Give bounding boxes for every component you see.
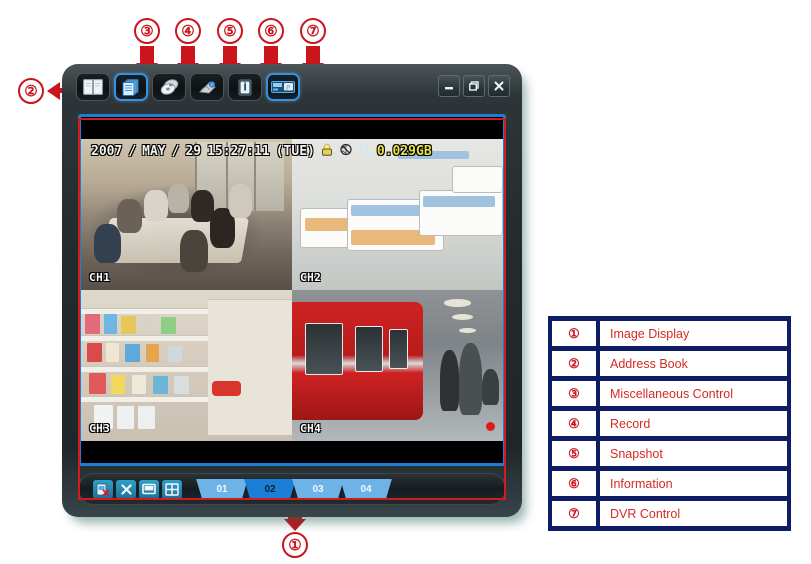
legend-label-snapshot: Snapshot (600, 441, 791, 466)
minimize-button[interactable] (438, 75, 460, 97)
bottom-control-bar: 01 02 03 04 (78, 473, 506, 505)
legend-divider (548, 526, 791, 531)
legend-row-1: ① Image Display (548, 321, 791, 346)
channel-tab-02[interactable]: 02 (244, 478, 296, 500)
toolbar-button-image-display[interactable] (114, 73, 148, 101)
osd-month: MAY (142, 144, 166, 159)
callout-4: ④ (175, 18, 201, 44)
channel-tab-03[interactable]: 03 (292, 478, 344, 500)
legend-number-2: ② (548, 351, 600, 376)
lock-icon (321, 143, 333, 160)
hand-record-icon (197, 79, 218, 96)
callout-arrow-7 (306, 46, 320, 64)
channel-tab-04[interactable]: 04 (340, 478, 392, 500)
legend-label-information: Information (600, 471, 791, 496)
callout-7: ⑦ (300, 18, 326, 44)
legend-row-4: ④ Record (548, 411, 791, 436)
camera-cell-ch3[interactable]: CH3 (81, 290, 292, 441)
osd-sep-2: / (171, 144, 180, 159)
channel-label-ch4: CH4 (300, 422, 322, 435)
camera-cell-ch2[interactable]: CH2 (292, 139, 503, 290)
callout-arrow-5 (223, 46, 237, 64)
callout-arrow-4 (181, 46, 195, 64)
legend-row-5: ⑤ Snapshot (548, 441, 791, 466)
toolbar-button-dvr-control[interactable] (266, 73, 300, 101)
legend-label-address-book: Address Book (600, 351, 791, 376)
close-x-icon[interactable] (116, 479, 136, 499)
window-titlebar (62, 64, 522, 112)
channel-label-ch1: CH1 (89, 271, 111, 284)
dvr-client-window: CH1 CH2 CH3 CH4 2007 / MAY / 29 15:27:11… (62, 64, 522, 517)
window-controls (438, 75, 510, 97)
legend-row-3: ③ Miscellaneous Control (548, 381, 791, 406)
camera-cell-ch4[interactable]: CH4 (292, 290, 503, 441)
legend-number-3: ③ (548, 381, 600, 406)
video-inner: CH1 CH2 CH3 CH4 2007 / MAY / 29 15:27:11… (81, 117, 503, 463)
legend-number-6: ⑥ (548, 471, 600, 496)
dvr-panel-icon (271, 80, 295, 95)
callout-6: ⑥ (258, 18, 284, 44)
video-display-area[interactable]: CH1 CH2 CH3 CH4 2007 / MAY / 29 15:27:11… (78, 114, 506, 466)
channel-tab-01[interactable]: 01 (196, 478, 248, 500)
callout-5: ⑤ (217, 18, 243, 44)
main-toolbar (76, 73, 300, 101)
legend-row-2: ② Address Book (548, 351, 791, 376)
osd-day: 29 (185, 144, 202, 159)
info-icon (236, 79, 254, 96)
legend-row-7: ⑦ DVR Control (548, 501, 791, 526)
callout-3: ③ (134, 18, 160, 44)
toolbar-button-information[interactable] (228, 73, 262, 101)
single-pane-icon[interactable] (139, 479, 159, 499)
legend-number-1: ① (548, 321, 600, 346)
magnifier-icon (358, 143, 371, 160)
close-button[interactable] (488, 75, 510, 97)
osd-disk-size: 0.029GB (376, 144, 432, 159)
callout-arrow-3 (140, 46, 154, 64)
callout-1: ① (282, 532, 308, 558)
recording-indicator (486, 422, 495, 431)
legend-row-6: ⑥ Information (548, 471, 791, 496)
mute-icon (339, 143, 352, 160)
snapshot-delete-icon[interactable] (93, 479, 113, 499)
toolbar-button-miscellaneous-control[interactable] (152, 73, 186, 101)
legend-label-miscellaneous-control: Miscellaneous Control (600, 381, 791, 406)
channel-label-ch3: CH3 (89, 422, 111, 435)
callout-2: ② (18, 78, 44, 104)
legend-label-dvr-control: DVR Control (600, 501, 791, 526)
legend-table: ① Image Display ② Address Book ③ Miscell… (548, 316, 791, 531)
legend-number-4: ④ (548, 411, 600, 436)
screenshot-root: ③ ④ ⑤ ⑥ ⑦ ② ① CH1 CH2 CH3 CH4 2007 / MAY… (0, 0, 811, 564)
quad-pane-icon[interactable] (162, 479, 182, 499)
osd-year: 2007 (91, 144, 123, 159)
camera-cell-ch1[interactable]: CH1 (81, 139, 292, 290)
legend-label-image-display: Image Display (600, 321, 791, 346)
bottom-bar-icons (93, 479, 182, 499)
osd-weekday: (TUE) (275, 144, 315, 159)
legend-number-7: ⑦ (548, 501, 600, 526)
restore-button[interactable] (463, 75, 485, 97)
book-icon (83, 79, 103, 95)
channel-tabs: 01 02 03 04 (196, 478, 392, 500)
osd-overlay: 2007 / MAY / 29 15:27:11 (TUE) 0.029GB (91, 143, 432, 160)
legend-label-record: Record (600, 411, 791, 436)
toolbar-button-address-book[interactable] (76, 73, 110, 101)
legend-number-5: ⑤ (548, 441, 600, 466)
channel-label-ch2: CH2 (300, 271, 322, 284)
toolbar-button-record[interactable] (190, 73, 224, 101)
callout-arrow-6 (264, 46, 278, 64)
panels-icon (121, 78, 141, 96)
quad-view-grid: CH1 CH2 CH3 CH4 (81, 139, 503, 441)
discs-icon (159, 78, 180, 96)
osd-time: 15:27:11 (207, 144, 270, 159)
osd-sep-1: / (128, 144, 137, 159)
